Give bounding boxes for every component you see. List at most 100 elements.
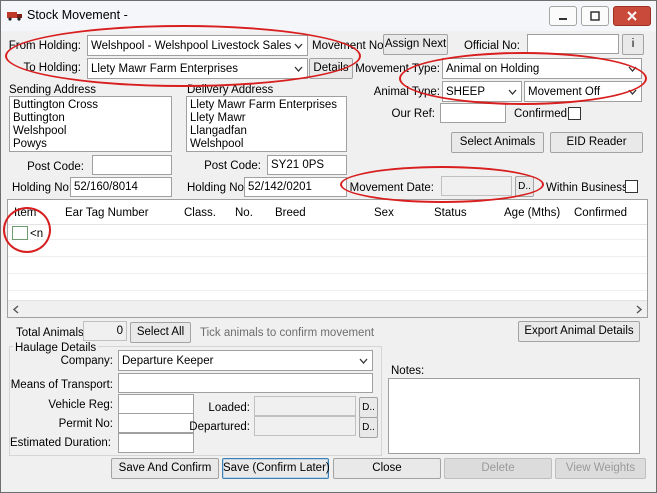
to-holding-value: Llety Mawr Farm Enterprises <box>91 63 238 75</box>
company-label: Company: <box>60 355 113 367</box>
column-sex[interactable]: Sex <box>374 207 394 219</box>
our-ref-input[interactable] <box>440 103 506 123</box>
within-business-checkbox[interactable] <box>625 180 638 193</box>
grid-header-divider <box>8 224 647 225</box>
loaded-date-picker-button[interactable]: D.. <box>359 397 378 418</box>
chevron-down-icon <box>294 43 303 49</box>
column-item[interactable]: Item <box>14 207 36 219</box>
movement-type-combo[interactable]: Animal on Holding <box>442 58 642 79</box>
delivery-address-line: Llety Mawr <box>190 112 246 124</box>
column-breed[interactable]: Breed <box>275 207 306 219</box>
movement-date-picker-button[interactable]: D.. <box>515 176 534 197</box>
view-weights-button[interactable]: View Weights <box>555 458 646 479</box>
delivery-holding-no-label: Holding No: <box>187 182 248 194</box>
departured-date-picker-button[interactable]: D.. <box>359 417 378 438</box>
from-holding-combo[interactable]: Welshpool - Welshpool Livestock Sales <box>87 35 308 56</box>
sending-post-code-label: Post Code: <box>27 161 84 173</box>
column-ear-tag-number[interactable]: Ear Tag Number <box>65 207 149 219</box>
minimize-button[interactable] <box>549 6 577 26</box>
sending-holding-no-label: Holding No: <box>12 182 73 194</box>
select-animals-button[interactable]: Select Animals <box>451 132 544 153</box>
eid-reader-button[interactable]: EID Reader <box>550 132 643 153</box>
select-all-button[interactable]: Select All <box>130 322 191 343</box>
official-no-label: Official No: <box>463 40 520 52</box>
movement-type-label: Movement Type: <box>355 63 440 75</box>
vehicle-reg-input[interactable] <box>118 394 194 414</box>
new-row-checkbox[interactable] <box>12 226 28 240</box>
movement-no-label: Movement No: <box>312 40 387 52</box>
sending-address-label: Sending Address <box>9 84 96 96</box>
movement-date-input[interactable] <box>441 176 512 196</box>
chevron-down-icon <box>628 66 637 72</box>
delivery-address-line: Welshpool <box>190 138 244 150</box>
sending-holding-no-input[interactable]: 52/160/8014 <box>70 177 172 197</box>
total-animals-value: 0 <box>83 321 127 341</box>
delivery-address-line: Llety Mawr Farm Enterprises <box>190 99 337 111</box>
departured-label: Departured: <box>189 421 250 433</box>
export-animal-details-button[interactable]: Export Animal Details <box>518 321 640 342</box>
delivery-holding-no-input[interactable]: 52/142/0201 <box>244 177 347 197</box>
delivery-address-box[interactable]: Llety Mawr Farm Enterprises Llety Mawr L… <box>186 96 347 152</box>
info-button[interactable]: i <box>622 34 644 55</box>
tick-hint-text: Tick animals to confirm movement <box>200 327 375 339</box>
column-class[interactable]: Class. <box>184 207 216 219</box>
official-no-input[interactable] <box>527 34 619 54</box>
sending-address-box[interactable]: Buttington Cross Buttington Welshpool Po… <box>9 96 172 152</box>
grid-horizontal-scrollbar[interactable] <box>8 300 647 317</box>
maximize-button[interactable] <box>581 6 609 26</box>
details-button[interactable]: Details <box>309 58 353 79</box>
close-icon <box>627 11 637 21</box>
from-holding-value: Welshpool - Welshpool Livestock Sales <box>91 40 292 52</box>
chevron-down-icon <box>359 358 368 364</box>
estimated-duration-input[interactable] <box>118 433 194 453</box>
title-bar: Stock Movement - <box>1 1 656 31</box>
to-holding-combo[interactable]: Llety Mawr Farm Enterprises <box>87 58 308 79</box>
movement-direction-combo[interactable]: Movement Off <box>524 81 642 102</box>
from-holding-label: From Holding: <box>8 40 81 52</box>
save-and-confirm-button[interactable]: Save And Confirm <box>111 458 219 479</box>
save-confirm-later-button[interactable]: Save (Confirm Later) <box>222 458 330 479</box>
movement-type-value: Animal on Holding <box>446 63 540 75</box>
permit-no-input[interactable] <box>118 413 194 433</box>
confirmed-checkbox[interactable] <box>568 107 581 120</box>
scroll-right-icon[interactable] <box>635 305 643 314</box>
movement-direction-value: Movement Off <box>528 86 601 98</box>
sending-address-line: Buttington Cross <box>13 99 99 111</box>
loaded-input[interactable] <box>254 396 356 416</box>
grid-row-divider <box>8 290 647 291</box>
column-confirmed[interactable]: Confirmed <box>574 207 627 219</box>
delivery-address-label: Delivery Address <box>187 84 274 96</box>
notes-textarea[interactable] <box>388 378 640 454</box>
delivery-address-line: Llangadfan <box>190 125 247 137</box>
vehicle-reg-label: Vehicle Reg: <box>48 399 113 411</box>
grid-row-divider <box>8 273 647 274</box>
means-of-transport-label: Means of Transport: <box>10 379 113 391</box>
animal-type-combo[interactable]: SHEEP <box>442 81 522 102</box>
animals-grid[interactable]: Item Ear Tag Number Class. No. Breed Sex… <box>7 199 648 318</box>
sending-address-line: Buttington <box>13 112 65 124</box>
close-window-button[interactable] <box>613 6 651 26</box>
column-no[interactable]: No. <box>235 207 253 219</box>
delivery-post-code-label: Post Code: <box>204 160 261 172</box>
departured-input[interactable] <box>254 416 356 436</box>
sending-address-line: Powys <box>13 138 47 150</box>
scroll-left-icon[interactable] <box>12 305 20 314</box>
delete-button[interactable]: Delete <box>444 458 552 479</box>
estimated-duration-label: Estimated Duration: <box>10 437 111 449</box>
assign-next-button[interactable]: Assign Next <box>383 34 448 55</box>
movement-date-label: Movement Date: <box>349 182 434 194</box>
company-value: Departure Keeper <box>122 355 214 367</box>
means-of-transport-input[interactable] <box>118 373 373 393</box>
to-holding-label: To Holding: <box>23 62 81 74</box>
delivery-post-code-input[interactable]: SY21 0PS <box>267 155 347 175</box>
close-button[interactable]: Close <box>333 458 441 479</box>
notes-label: Notes: <box>391 365 425 377</box>
loaded-label: Loaded: <box>208 402 250 414</box>
chevron-down-icon <box>294 66 303 72</box>
company-combo[interactable]: Departure Keeper <box>118 350 373 371</box>
column-age-months[interactable]: Age (Mths) <box>504 207 560 219</box>
column-status[interactable]: Status <box>434 207 467 219</box>
sending-post-code-input[interactable] <box>92 155 172 175</box>
confirmed-label: Confirmed: <box>514 108 571 120</box>
new-row-marker: <n <box>30 228 44 240</box>
